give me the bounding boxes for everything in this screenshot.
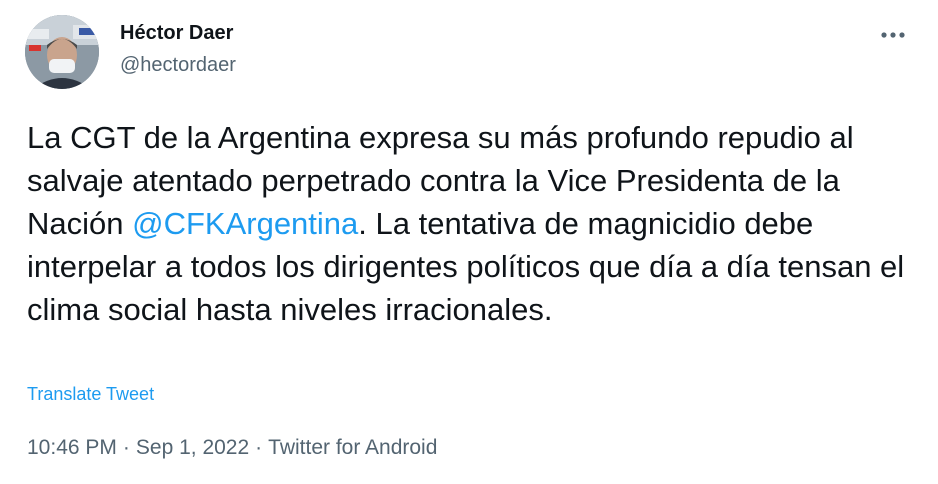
- meta-separator: ·: [255, 436, 263, 459]
- meta-separator: ·: [122, 436, 130, 459]
- author-info: Héctor Daer @hectordaer: [120, 21, 236, 77]
- tweet-source[interactable]: Twitter for Android: [268, 436, 437, 459]
- author-handle[interactable]: @hectordaer: [120, 53, 236, 77]
- more-horizontal-icon: [881, 32, 905, 38]
- more-options-button[interactable]: [876, 22, 910, 48]
- mention-link[interactable]: @CFKArgentina: [132, 206, 358, 241]
- author-display-name[interactable]: Héctor Daer: [120, 21, 236, 45]
- tweet-text: La CGT de la Argentina expresa su más pr…: [27, 116, 907, 331]
- avatar[interactable]: [25, 15, 99, 89]
- translate-tweet-link[interactable]: Translate Tweet: [27, 384, 154, 405]
- tweet-time[interactable]: 10:46 PM: [27, 436, 117, 459]
- tweet-metadata: 10:46 PM · Sep 1, 2022 · Twitter for Android: [27, 435, 437, 461]
- tweet-card: Héctor Daer @hectordaer La CGT de la Arg…: [0, 0, 938, 484]
- tweet-date[interactable]: Sep 1, 2022: [136, 436, 249, 459]
- avatar-photo: [25, 15, 99, 89]
